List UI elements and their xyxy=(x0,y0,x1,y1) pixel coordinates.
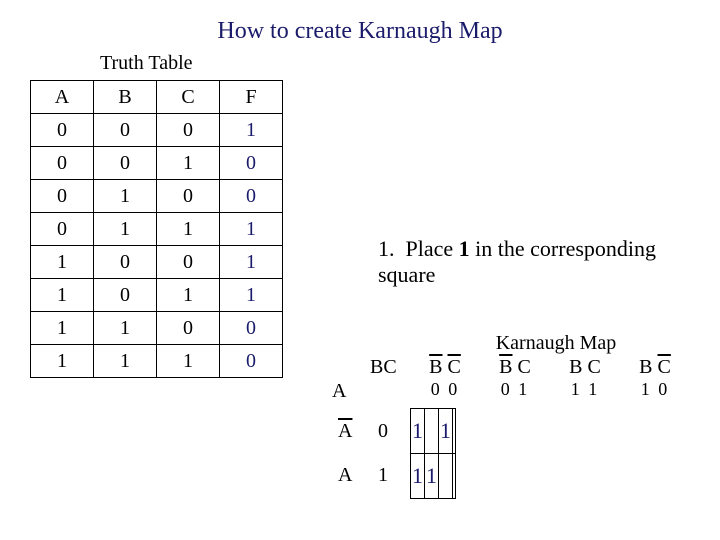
kmap-col-header: B C0 1 xyxy=(480,356,550,400)
step-number: 1. xyxy=(378,236,400,262)
kmap-cell: 1 xyxy=(439,409,453,454)
col-header: A xyxy=(31,81,94,114)
kmap-corner-a: A xyxy=(332,380,346,403)
kmap-cell: 1 xyxy=(411,409,425,454)
kmap-corner-bc: BC xyxy=(370,356,397,379)
kmap-col-header: B C0 0 xyxy=(410,356,480,400)
col-header: B xyxy=(94,81,157,114)
kmap-col-header: B C1 0 xyxy=(620,356,690,400)
instruction-step: 1. Place 1 in the corresponding square xyxy=(378,236,708,288)
kmap-cell xyxy=(439,454,453,499)
table-row: 0100 xyxy=(31,180,283,213)
kmap-grid: 1 1 1 1 xyxy=(410,408,456,499)
kmap-row-bit: 1 xyxy=(378,464,388,487)
kmap-row-header: A xyxy=(338,420,352,443)
table-row: 1110 xyxy=(31,345,283,378)
kmap-row-header: A xyxy=(338,464,352,487)
table-row: 0111 xyxy=(31,213,283,246)
kmap-cell: 1 xyxy=(425,454,439,499)
kmap-cell xyxy=(453,409,456,454)
truth-table: A B C F 0001 0010 0100 0111 1001 1011 11… xyxy=(30,80,283,378)
kmap-cell xyxy=(425,409,439,454)
table-row: 1 1 xyxy=(411,409,456,454)
kmap-label: Karnaugh Map xyxy=(456,332,656,355)
kmap-cell xyxy=(453,454,456,499)
truth-table-label: Truth Table xyxy=(100,52,193,75)
step-text: Place 1 in the corresponding square xyxy=(378,236,656,287)
table-row: 1100 xyxy=(31,312,283,345)
table-row: 0010 xyxy=(31,147,283,180)
kmap-row-bit: 0 xyxy=(378,420,388,443)
col-header: F xyxy=(220,81,283,114)
table-row: 1 1 xyxy=(411,454,456,499)
table-row: 1011 xyxy=(31,279,283,312)
table-row: A B C F xyxy=(31,81,283,114)
kmap-cell: 1 xyxy=(411,454,425,499)
table-row: 0001 xyxy=(31,114,283,147)
page-title: How to create Karnaugh Map xyxy=(0,18,720,45)
col-header: C xyxy=(157,81,220,114)
kmap-col-header: B C1 1 xyxy=(550,356,620,400)
table-row: 1001 xyxy=(31,246,283,279)
